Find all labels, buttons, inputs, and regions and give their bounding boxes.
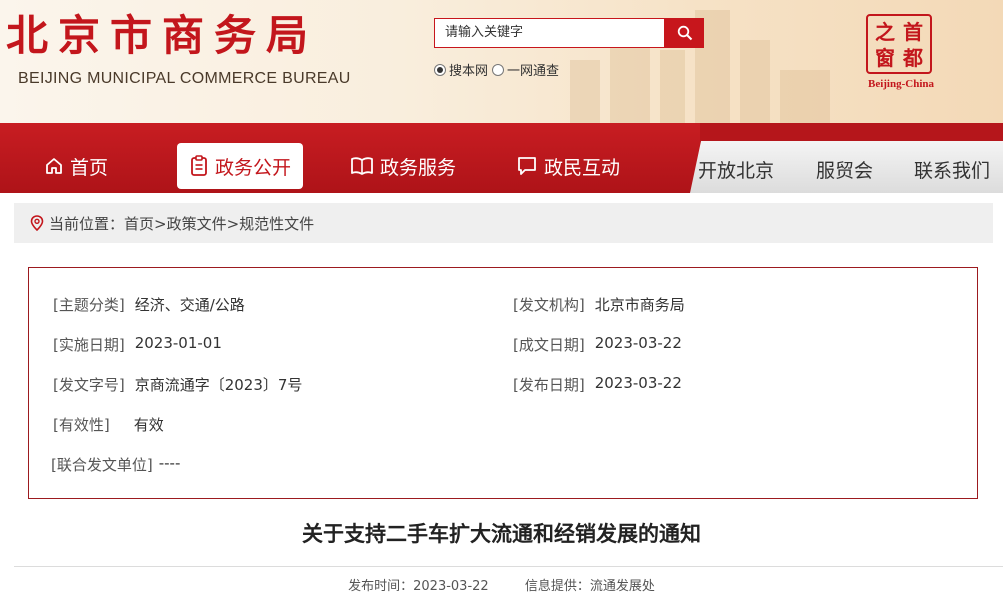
meta-issuer: [发文机构] 北京市商务局 — [513, 294, 685, 315]
chat-icon — [518, 157, 536, 175]
location-pin-icon — [30, 215, 44, 231]
meta-value: 2023-03-22 — [594, 334, 682, 352]
seal-char: 窗 — [875, 46, 895, 70]
main-nav: 首页 政务公开 政务服务 政民互动 开放北京 服贸会 联系我们 — [0, 123, 1003, 193]
article-provider: 信息提供：流通发展处 — [524, 579, 655, 594]
breadcrumb: 当前位置：首页>政策文件>规范性文件 — [14, 203, 993, 243]
article-meta: 发布时间：2023-03-22 信息提供：流通发展处 — [0, 575, 1003, 594]
meta-joint-issuer: [联合发文单位] ---- — [51, 454, 180, 475]
nav-item-ciftis[interactable]: 服贸会 — [816, 151, 873, 187]
document-icon — [191, 155, 207, 176]
capital-window-logo[interactable]: 之 首 窗 都 — [866, 14, 932, 74]
seal-char: 都 — [903, 46, 923, 70]
meta-value: 北京市商务局 — [594, 296, 685, 314]
article-publish-time: 发布时间：2023-03-22 — [348, 579, 489, 594]
meta-key: [发文机构] — [513, 296, 585, 314]
nav-item-interaction[interactable]: 政民互动 — [516, 143, 620, 189]
scope-site-radio[interactable] — [434, 63, 446, 76]
site-header: 北京市商务局 BEIJING MUNICIPAL COMMERCE BUREAU… — [0, 0, 1003, 128]
article-divider — [14, 566, 1003, 567]
meta-effective-date: [实施日期] 2023-01-01 — [53, 334, 222, 355]
meta-key: [有效性] — [53, 416, 110, 434]
meta-value: 2023-01-01 — [134, 334, 222, 352]
nav-item-label: 政务服务 — [380, 156, 457, 179]
scope-all-label[interactable]: 一网通查 — [507, 60, 559, 79]
search-icon — [677, 25, 692, 41]
meta-value: 经济、交通/公路 — [134, 296, 245, 314]
meta-document-number: [发文字号] 京商流通字〔2023〕7号 — [53, 374, 302, 395]
seal-char: 之 — [875, 20, 895, 44]
meta-value: 有效 — [133, 416, 164, 434]
meta-key: [实施日期] — [53, 336, 125, 354]
meta-topic: [主题分类] 经济、交通/公路 — [53, 294, 245, 315]
search-scope: 搜本网 一网通查 — [434, 60, 563, 79]
breadcrumb-text[interactable]: 当前位置：首页>政策文件>规范性文件 — [49, 213, 314, 234]
meta-value: 京商流通字〔2023〕7号 — [134, 376, 303, 394]
nav-item-gov-info[interactable]: 政务公开 — [177, 143, 304, 189]
capital-window-caption: Beijing-China — [867, 78, 934, 90]
seal-char: 首 — [903, 20, 923, 44]
article-title: 关于支持二手车扩大流通和经销发展的通知 — [302, 522, 701, 546]
meta-key: [主题分类] — [53, 296, 125, 314]
scope-all-radio[interactable] — [492, 63, 505, 76]
nav-item-open-beijing[interactable]: 开放北京 — [698, 151, 774, 187]
search-input[interactable]: 请输入关键字 — [434, 18, 665, 48]
meta-value: 2023-03-22 — [594, 374, 682, 392]
meta-key: [成文日期] — [513, 336, 585, 354]
search-button[interactable] — [665, 18, 704, 48]
document-metadata-box: [主题分类] 经济、交通/公路 [发文机构] 北京市商务局 [实施日期] 202… — [28, 267, 978, 499]
nav-item-home[interactable]: 首页 — [44, 143, 108, 189]
meta-key: [发布日期] — [513, 376, 585, 394]
nav-item-label: 政务公开 — [215, 156, 292, 179]
meta-key: [联合发文单位] — [51, 456, 153, 474]
book-icon — [351, 157, 373, 175]
home-icon — [46, 158, 62, 174]
meta-value: ---- — [158, 454, 181, 472]
nav-item-label: 首页 — [70, 156, 109, 179]
nav-item-contact[interactable]: 联系我们 — [914, 151, 990, 187]
meta-publish-date: [发布日期] 2023-03-22 — [513, 374, 682, 395]
meta-validity: [有效性] 有效 — [53, 414, 164, 435]
site-logo-chinese[interactable]: 北京市商务局 — [6, 10, 318, 62]
site-logo-english[interactable]: BEIJING MUNICIPAL COMMERCE BUREAU — [18, 70, 351, 88]
meta-key: [发文字号] — [53, 376, 125, 394]
scope-site-label[interactable]: 搜本网 — [449, 60, 488, 79]
meta-written-date: [成文日期] 2023-03-22 — [513, 334, 682, 355]
nav-item-gov-service[interactable]: 政务服务 — [350, 143, 456, 189]
nav-item-label: 政民互动 — [544, 156, 621, 179]
